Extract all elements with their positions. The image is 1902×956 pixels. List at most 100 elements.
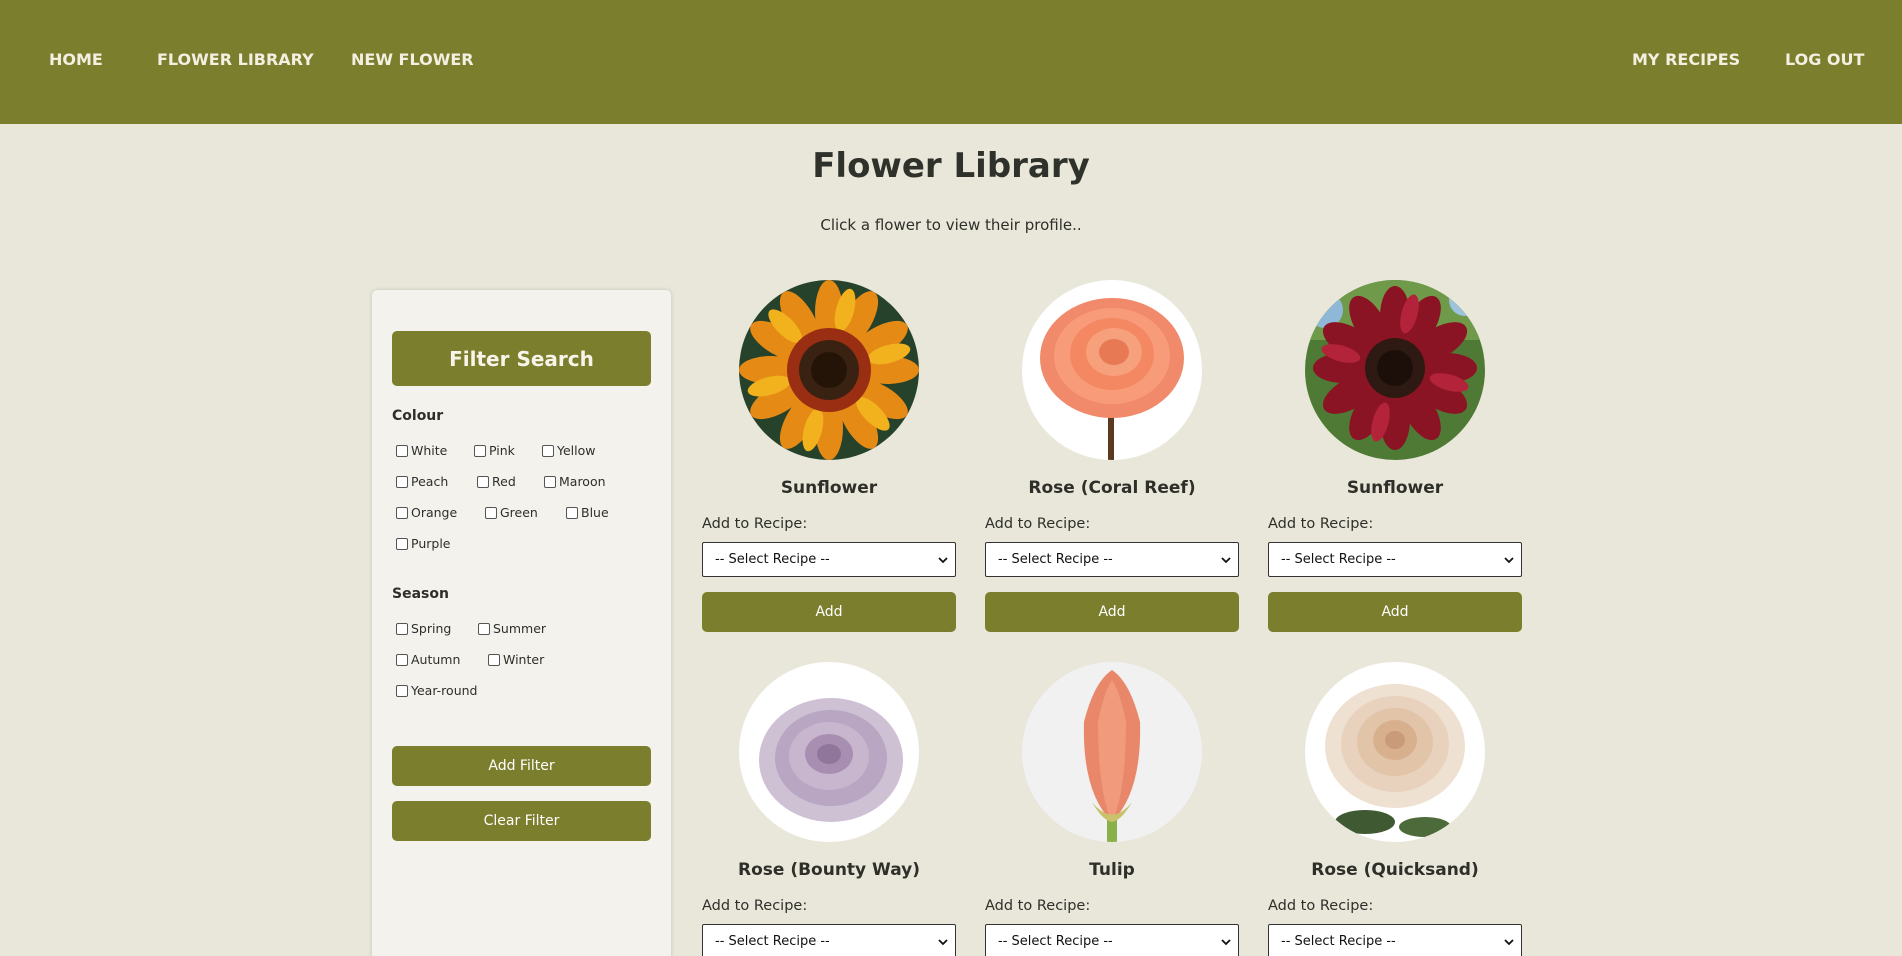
checkbox-box[interactable] (396, 622, 408, 635)
colour-heading: Colour (392, 408, 444, 424)
season-heading: Season (392, 586, 449, 602)
flower-name[interactable]: Sunflower (1268, 478, 1522, 498)
colour-checkbox-pink[interactable]: Pink (474, 443, 515, 458)
flower-image-rose-coral-reef[interactable] (1022, 280, 1202, 460)
checkbox-box[interactable] (396, 653, 408, 666)
checkbox-box[interactable] (396, 506, 408, 519)
recipe-select-value: -- Select Recipe -- (998, 552, 1113, 567)
flower-image-sunflower-red[interactable] (1305, 280, 1485, 460)
add-filter-button[interactable]: Add Filter (392, 746, 651, 786)
checkbox-label: Spring (411, 621, 452, 636)
checkbox-label: White (411, 443, 448, 458)
filter-search-heading: Filter Search (392, 331, 651, 386)
add-to-recipe-button[interactable]: Add (1268, 592, 1522, 632)
recipe-select[interactable]: -- Select Recipe -- (985, 542, 1239, 577)
recipe-select[interactable]: -- Select Recipe -- (1268, 542, 1522, 577)
recipe-select[interactable]: -- Select Recipe -- (1268, 924, 1522, 956)
checkbox-box[interactable] (544, 475, 556, 488)
chevron-down-icon (938, 939, 948, 946)
checkbox-label: Autumn (411, 652, 461, 667)
add-to-recipe-label: Add to Recipe: (985, 898, 1091, 914)
flower-name[interactable]: Sunflower (702, 478, 956, 498)
colour-checkbox-orange[interactable]: Orange (396, 505, 457, 520)
nav-my-recipes-link[interactable]: MY RECIPES (1632, 50, 1740, 69)
season-checkbox-autumn[interactable]: Autumn (396, 652, 460, 667)
flower-name[interactable]: Rose (Coral Reef) (985, 478, 1239, 498)
recipe-select[interactable]: -- Select Recipe -- (985, 924, 1239, 956)
colour-checkbox-red[interactable]: Red (477, 474, 516, 489)
nav-flower-library-link[interactable]: FLOWER LIBRARY (157, 50, 314, 69)
colour-checkbox-yellow[interactable]: Yellow (542, 443, 595, 458)
checkbox-box[interactable] (478, 622, 490, 635)
add-to-recipe-label: Add to Recipe: (702, 898, 808, 914)
add-to-recipe-label: Add to Recipe: (985, 516, 1091, 532)
checkbox-label: Summer (493, 621, 547, 636)
clear-filter-button[interactable]: Clear Filter (392, 801, 651, 841)
colour-checkbox-maroon[interactable]: Maroon (544, 474, 606, 489)
flower-image-tulip[interactable] (1022, 662, 1202, 842)
season-checkbox-winter[interactable]: Winter (488, 652, 544, 667)
flower-card: Rose (Bounty Way) Add to Recipe: -- Sele… (702, 662, 956, 956)
rose-coral-reef-photo (1022, 280, 1202, 460)
checkbox-label: Orange (411, 505, 458, 520)
add-to-recipe-label: Add to Recipe: (702, 516, 808, 532)
flower-image-sunflower[interactable] (739, 280, 919, 460)
season-checkbox-year-round[interactable]: Year-round (396, 683, 477, 698)
add-to-recipe-label: Add to Recipe: (1268, 516, 1374, 532)
checkbox-label: Red (492, 474, 516, 489)
sunflower-photo (739, 280, 919, 460)
recipe-select[interactable]: -- Select Recipe -- (702, 924, 956, 956)
flower-name[interactable]: Rose (Quicksand) (1268, 860, 1522, 880)
checkbox-box[interactable] (542, 444, 554, 457)
recipe-select-value: -- Select Recipe -- (1281, 934, 1396, 949)
chevron-down-icon (1221, 557, 1231, 564)
rose-bounty-way-photo (739, 662, 919, 842)
checkbox-label: Purple (411, 536, 451, 551)
flower-name[interactable]: Rose (Bounty Way) (702, 860, 956, 880)
add-to-recipe-button[interactable]: Add (702, 592, 956, 632)
colour-checkbox-blue[interactable]: Blue (566, 505, 609, 520)
chevron-down-icon (938, 557, 948, 564)
flower-card: Sunflower Add to Recipe: -- Select Recip… (1268, 280, 1522, 640)
page-subtitle: Click a flower to view their profile.. (820, 216, 1082, 234)
tulip-photo (1022, 662, 1202, 842)
chevron-down-icon (1504, 557, 1514, 564)
checkbox-box[interactable] (566, 506, 578, 519)
nav-log-out-link[interactable]: LOG OUT (1785, 50, 1864, 69)
checkbox-box[interactable] (485, 506, 497, 519)
flower-image-rose-bounty-way[interactable] (739, 662, 919, 842)
flower-image-rose-quicksand[interactable] (1305, 662, 1485, 842)
checkbox-box[interactable] (396, 444, 408, 457)
filter-panel: Filter Search Colour White Pink Yellow P… (372, 290, 671, 956)
nav-new-flower-link[interactable]: NEW FLOWER (351, 50, 474, 69)
checkbox-label: Green (500, 505, 538, 520)
page-title: Flower Library (812, 146, 1090, 186)
checkbox-box[interactable] (474, 444, 486, 457)
recipe-select-value: -- Select Recipe -- (715, 552, 830, 567)
recipe-select[interactable]: -- Select Recipe -- (702, 542, 956, 577)
season-checkbox-spring[interactable]: Spring (396, 621, 451, 636)
checkbox-box[interactable] (488, 653, 500, 666)
checkbox-box[interactable] (396, 684, 408, 697)
nav-home-link[interactable]: HOME (49, 50, 103, 69)
checkbox-label: Maroon (559, 474, 606, 489)
chevron-down-icon (1221, 939, 1231, 946)
checkbox-box[interactable] (396, 537, 408, 550)
colour-checkbox-white[interactable]: White (396, 443, 447, 458)
colour-checkbox-green[interactable]: Green (485, 505, 538, 520)
flower-card: Rose (Coral Reef) Add to Recipe: -- Sele… (985, 280, 1239, 640)
add-to-recipe-label: Add to Recipe: (1268, 898, 1374, 914)
colour-checkbox-peach[interactable]: Peach (396, 474, 448, 489)
flower-card: Rose (Quicksand) Add to Recipe: -- Selec… (1268, 662, 1522, 956)
checkbox-label: Yellow (557, 443, 596, 458)
top-navbar: HOME FLOWER LIBRARY NEW FLOWER MY RECIPE… (0, 0, 1902, 124)
season-checkbox-summer[interactable]: Summer (478, 621, 546, 636)
checkbox-box[interactable] (477, 475, 489, 488)
colour-checkbox-purple[interactable]: Purple (396, 536, 450, 551)
add-to-recipe-button[interactable]: Add (985, 592, 1239, 632)
recipe-select-value: -- Select Recipe -- (1281, 552, 1396, 567)
flower-name[interactable]: Tulip (985, 860, 1239, 880)
checkbox-box[interactable] (396, 475, 408, 488)
checkbox-label: Pink (489, 443, 515, 458)
chevron-down-icon (1504, 939, 1514, 946)
